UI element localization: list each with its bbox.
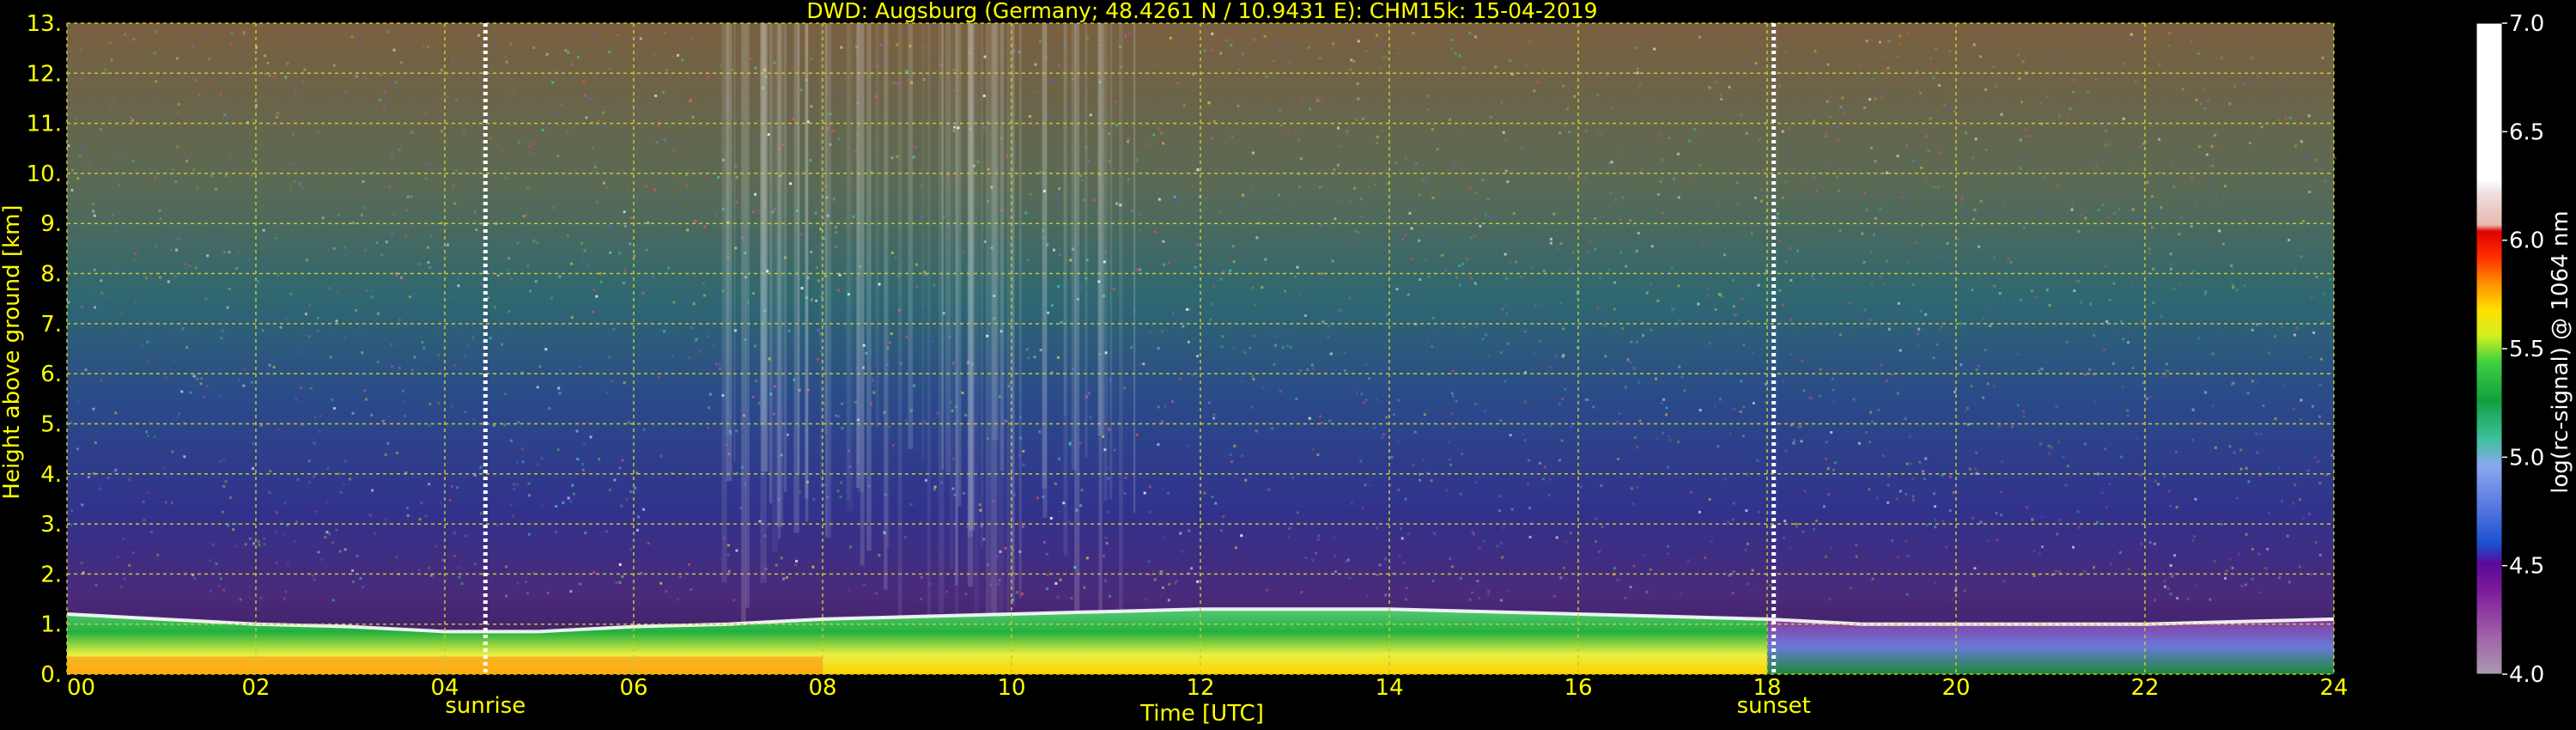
- colorbar-tick-label: 5.5: [2509, 337, 2544, 362]
- y-tick-label: 10.: [27, 161, 62, 187]
- colorbar-label: log(rc-signal) @ 1064 nm: [2548, 210, 2573, 493]
- y-tick-label: 4.: [40, 462, 62, 488]
- colorbar-tick-label: 6.0: [2509, 228, 2544, 254]
- colorbar-tick-label: 6.5: [2509, 119, 2544, 145]
- x-tick-label: 08: [808, 675, 836, 701]
- y-tick-label: 7.: [40, 312, 62, 338]
- x-tick-label: 10: [997, 675, 1025, 701]
- colorbar-scale: [2476, 22, 2503, 675]
- y-tick-label: 3.: [40, 512, 62, 538]
- x-tick-label: 00: [67, 675, 95, 701]
- x-tick-label: 18: [1753, 675, 1781, 701]
- y-tick-label: 1.: [40, 612, 62, 638]
- y-tick-label: 8.: [40, 262, 62, 288]
- y-tick-labels: 0. 1. 2. 3. 4. 5. 6. 7. 8. 9. 10. 11. 12. 13.: [27, 11, 62, 688]
- x-tick-label: 12: [1186, 675, 1214, 701]
- x-tick-label: 04: [430, 675, 459, 701]
- x-tick-label: 22: [2130, 675, 2159, 701]
- x-tick-labels: 00 02 04 06 08 10 12 14 16 18 20 22 24: [67, 675, 2348, 701]
- backscatter-field: [66, 23, 2336, 674]
- x-axis-label: Time [UTC]: [1139, 701, 1264, 727]
- x-tick-label: 02: [241, 675, 270, 701]
- y-tick-label: 12.: [27, 61, 62, 87]
- y-tick-label: 6.: [40, 362, 62, 387]
- x-tick-label: 06: [619, 675, 647, 701]
- chart-title: DWD: Augsburg (Germany; 48.4261 N / 10.9…: [806, 0, 1597, 23]
- colorbar-tick-label: 5.0: [2509, 445, 2544, 471]
- colorbar-tick-label: 4.5: [2509, 554, 2544, 580]
- y-tick-label: 0.: [40, 662, 62, 688]
- y-axis-label: Height above ground [km]: [0, 204, 25, 499]
- y-tick-label: 11.: [27, 112, 62, 137]
- x-tick-label: 20: [1941, 675, 1970, 701]
- y-tick-label: 5.: [40, 411, 62, 437]
- colorbar: 4.0 4.5 5.0 5.5 6.0 6.5 7.0: [2476, 11, 2544, 688]
- y-tick-label: 9.: [40, 211, 62, 237]
- x-tick-label: 24: [2319, 675, 2348, 701]
- colorbar-tick-label: 4.0: [2509, 662, 2544, 688]
- ceilometer-figure: sunrise sunset 0. 1. 2. 3. 4. 5. 6. 7. 8. 9. 10. 11.…: [0, 0, 2576, 730]
- residual-layer: [1767, 618, 2334, 674]
- y-tick-label: 13.: [27, 11, 62, 37]
- y-tick-label: 2.: [40, 562, 62, 587]
- ceilometer-plot: sunrise sunset 0.1.2.3.4.5.6.7.8.9.10.11.…: [0, 0, 2573, 727]
- colorbar-tick-label: 7.0: [2509, 11, 2544, 37]
- x-tick-label: 16: [1564, 675, 1592, 701]
- x-tick-label: 14: [1375, 675, 1403, 701]
